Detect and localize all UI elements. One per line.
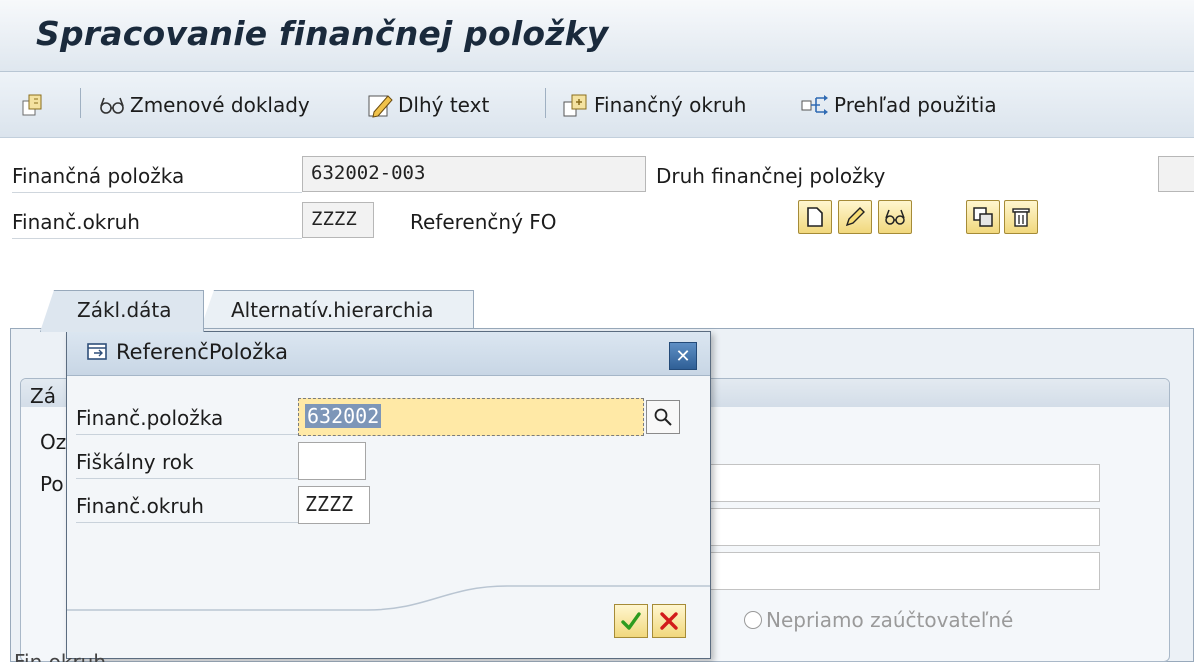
copy-button[interactable] <box>966 200 1000 234</box>
fin-area-label: Finanč.okruh <box>12 210 302 239</box>
dialog-continue-button[interactable] <box>614 604 648 638</box>
fin-item-label: Finančná položka <box>12 164 302 193</box>
change-documents-button[interactable]: Zmenové doklady <box>98 88 310 122</box>
change-documents-label: Zmenové doklady <box>130 93 310 117</box>
tab-basic-data-label: Zákl.dáta <box>77 298 172 322</box>
fin-area-field[interactable]: ZZZZ <box>302 202 374 238</box>
delete-button[interactable] <box>1004 200 1038 234</box>
close-icon: ✕ <box>675 345 691 367</box>
ref-fo-label: Referenčný FO <box>410 210 557 234</box>
dialog-fin-area-input[interactable]: ZZZZ <box>298 486 370 524</box>
arrow-branch-icon <box>800 92 830 118</box>
glasses-icon <box>98 94 126 116</box>
cancel-x-icon <box>658 610 680 632</box>
dialog-fiscal-year-input[interactable] <box>298 442 366 480</box>
pencil-note-icon <box>366 92 394 118</box>
other-object-icon <box>20 92 46 118</box>
change-pencil-icon <box>844 206 866 228</box>
fin-item-type-field[interactable] <box>1158 156 1194 192</box>
change-button[interactable] <box>838 200 872 234</box>
checkmark-icon <box>620 610 642 632</box>
bg-bottom-label: Fin.okruh <box>14 650 107 662</box>
dialog-fin-item-value: 632002 <box>305 404 382 428</box>
fin-item-field[interactable]: 632002-003 <box>302 156 646 192</box>
dialog-title-label: ReferenčPoložka <box>116 340 288 364</box>
bg-row-label-2: Po <box>40 472 64 496</box>
financial-area-button[interactable]: Finančný okruh <box>562 88 746 122</box>
bg-field-3[interactable] <box>700 552 1100 590</box>
document-branch-icon <box>562 92 590 118</box>
financial-area-label: Finančný okruh <box>594 93 747 117</box>
group-title: Zá <box>30 384 56 408</box>
display-glasses-icon <box>883 207 907 227</box>
toolbar-separator <box>545 88 546 118</box>
dialog-close-button[interactable]: ✕ <box>669 342 697 370</box>
usage-overview-button[interactable]: Prehľad použitia <box>800 88 997 122</box>
page-title: Spracovanie finančnej položky <box>36 14 609 53</box>
tab-basic-data[interactable]: Zákl.dáta <box>40 290 204 332</box>
tab-alternative-hierarchy-label: Alternatív.hierarchia <box>231 298 434 322</box>
dialog-title: ReferenčPoložka <box>86 340 288 364</box>
create-icon <box>805 206 825 228</box>
delete-trash-icon <box>1011 206 1031 228</box>
dialog-cancel-button[interactable] <box>652 604 686 638</box>
dialog-fin-item-label: Finanč.položka <box>76 406 300 435</box>
create-button[interactable] <box>798 200 832 234</box>
dialog-fiscal-year-label: Fiškálny rok <box>76 450 300 479</box>
toolbar-separator <box>80 88 81 118</box>
indirect-posting-label: Nepriamo zaúčtovateľné <box>766 608 1014 632</box>
other-object-button[interactable] <box>20 88 46 122</box>
bg-field-1[interactable] <box>700 464 1100 502</box>
fin-item-type-label: Druh finančnej položky <box>656 164 886 188</box>
radio-circle <box>744 611 762 629</box>
display-button[interactable] <box>878 200 912 234</box>
tab-alternative-hierarchy[interactable]: Alternatív.hierarchia <box>200 290 474 330</box>
bg-field-2[interactable] <box>700 508 1100 546</box>
dialog-fin-item-input[interactable]: 632002 <box>298 398 644 436</box>
long-text-label: Dlhý text <box>398 93 490 117</box>
dialog-value-help-button[interactable] <box>646 400 680 434</box>
dialog-fin-area-label: Finanč.okruh <box>76 494 300 523</box>
copy-icon <box>972 206 994 228</box>
long-text-button[interactable]: Dlhý text <box>366 88 489 122</box>
usage-overview-label: Prehľad použitia <box>834 93 997 117</box>
search-icon <box>653 407 673 427</box>
window-icon <box>86 342 110 362</box>
bg-row-label-1: Oz <box>40 430 67 454</box>
indirect-posting-radio[interactable]: Nepriamo zaúčtovateľné <box>744 608 1013 632</box>
